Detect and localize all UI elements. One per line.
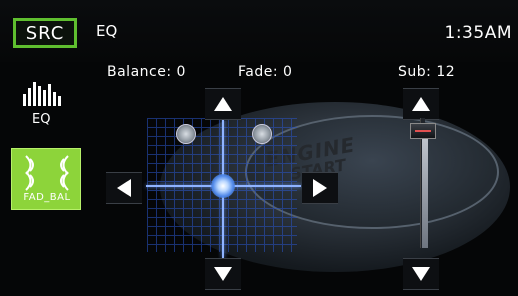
top-bar: SRC EQ 1:35AM [0, 0, 518, 62]
up-arrow-icon [214, 97, 232, 111]
fade-rear-button[interactable] [205, 258, 241, 290]
source-button-label: SRC [25, 22, 65, 44]
left-arrow-icon [117, 179, 131, 197]
equalizer-icon [23, 82, 61, 106]
balance-left-button[interactable] [106, 172, 142, 204]
eq-screen: SRC EQ 1:35AM Balance: 0 Fade: 0 Sub: 12… [0, 0, 518, 296]
up-arrow-icon [412, 97, 430, 111]
fade-balance-position-marker[interactable] [211, 174, 235, 198]
sidebar-fad-bal-label: FAD_BAL [23, 192, 71, 203]
sub-level-thumb[interactable] [410, 123, 436, 139]
sidebar-eq-button[interactable]: EQ [19, 80, 65, 130]
fade-front-button[interactable] [205, 88, 241, 120]
front-right-speaker-icon [252, 124, 272, 144]
sidebar-fad-bal-button[interactable]: FAD_BAL [11, 148, 81, 210]
front-left-speaker-icon [176, 124, 196, 144]
clock: 1:35AM [444, 23, 512, 43]
sub-up-button[interactable] [403, 88, 439, 120]
down-arrow-icon [214, 267, 232, 281]
sub-level-fill [422, 128, 428, 248]
down-arrow-icon [412, 267, 430, 281]
sidebar-eq-label: EQ [32, 112, 51, 127]
sub-readout: Sub: 12 [398, 64, 456, 80]
balance-readout: Balance: 0 [107, 64, 186, 80]
screen-title: EQ [96, 22, 118, 40]
right-arrow-icon [313, 179, 327, 197]
balance-right-button[interactable] [302, 172, 338, 204]
speakers-icon [25, 155, 69, 191]
fade-readout: Fade: 0 [238, 64, 293, 80]
sub-down-button[interactable] [403, 258, 439, 290]
source-button[interactable]: SRC [13, 18, 77, 48]
